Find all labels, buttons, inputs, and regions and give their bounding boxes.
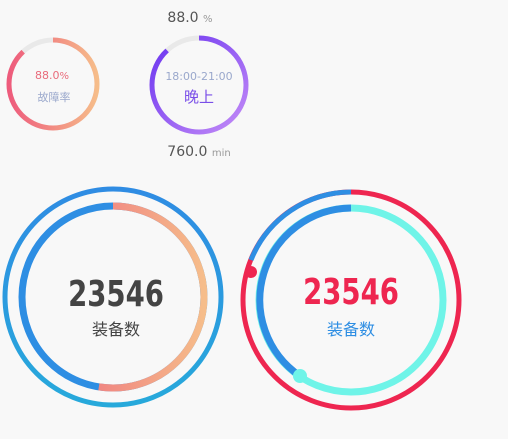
equipment-gauge-2-inner-knob	[293, 369, 307, 383]
duration-value: 760.0	[167, 144, 208, 160]
equipment-count-2-value: 23546	[303, 272, 399, 313]
failure-rate-caption: 故障率	[37, 91, 71, 104]
failure-rate-unit: %	[59, 71, 69, 82]
equipment-count-1-caption: 装备数	[91, 320, 140, 339]
equipment-count-2-caption: 装备数	[326, 320, 375, 339]
time-period-gauge: 88.0 % 18:00-21:00 晚上 760.0 min	[140, 6, 260, 166]
duration-unit: min	[211, 148, 231, 159]
failure-rate-gauge: 88.0% 故障率	[0, 28, 104, 140]
time-period-arc	[149, 35, 249, 135]
failure-rate-arc	[6, 37, 100, 131]
equipment-count-gauge-1: 23546 装备数	[0, 186, 230, 420]
equipment-count-gauge-2: 23546 装备数	[238, 189, 468, 420]
period-label: 晚上	[183, 88, 214, 106]
failure-rate-ring	[6, 37, 100, 131]
failure-rate-value: 88.0	[34, 69, 60, 82]
equipment-count-1-value: 23546	[68, 274, 164, 315]
time-range-label: 18:00-21:00	[165, 70, 233, 83]
